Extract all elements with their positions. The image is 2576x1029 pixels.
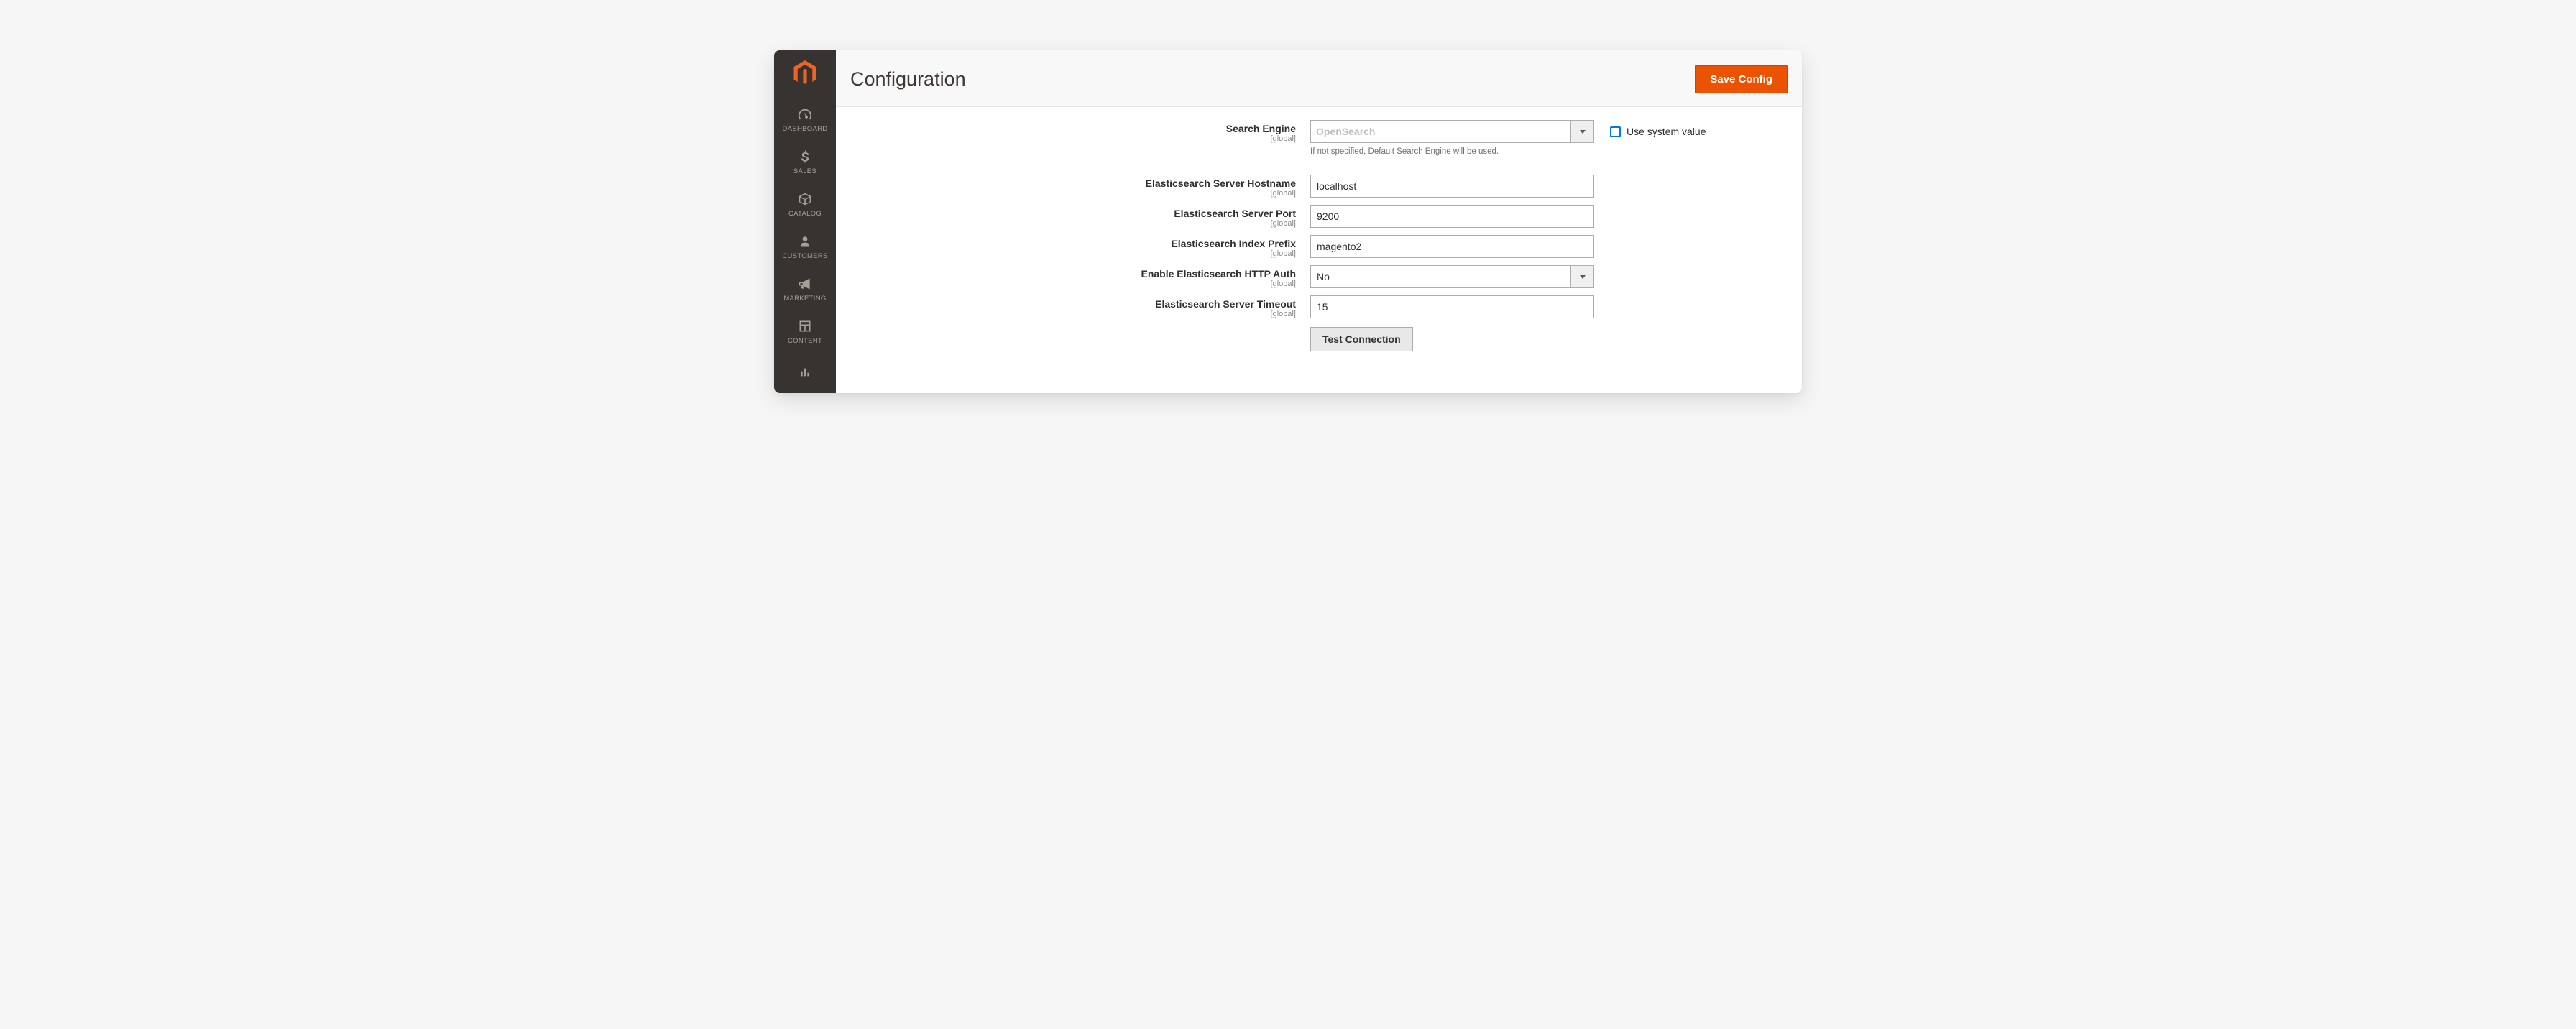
timeout-input[interactable] [1310, 295, 1594, 318]
field-label: Elasticsearch Index Prefix [850, 238, 1296, 249]
admin-sidebar: DASHBOARD SALES CATALOG CUSTOMERS MARKET [774, 50, 836, 393]
field-prefix: Elasticsearch Index Prefix [global] [850, 235, 1788, 258]
select-value: No [1311, 271, 1335, 282]
field-label: Enable Elasticsearch HTTP Auth [850, 268, 1296, 280]
sidebar-item-label: SALES [794, 167, 816, 175]
use-system-value-label: Use system value [1627, 126, 1706, 137]
config-form: Search Engine [global] OpenSearch Use sy… [836, 107, 1802, 393]
scope-label: [global] [850, 189, 1296, 198]
sidebar-item-label: CATALOG [788, 210, 822, 218]
chevron-down-icon [1570, 266, 1593, 287]
prefix-input[interactable] [1310, 235, 1594, 258]
scope-label: [global] [850, 219, 1296, 228]
field-timeout: Elasticsearch Server Timeout [global] [850, 295, 1788, 318]
scope-label: [global] [850, 249, 1296, 258]
sidebar-item-dashboard[interactable]: DASHBOARD [774, 99, 836, 142]
field-test-connection: Test Connection [850, 327, 1788, 351]
content-area: Configuration Save Config Search Engine … [836, 50, 1802, 393]
field-label: Elasticsearch Server Port [850, 208, 1296, 219]
save-config-button[interactable]: Save Config [1695, 65, 1788, 93]
field-helper: If not specified, Default Search Engine … [1310, 147, 1706, 156]
sidebar-item-label: CONTENT [788, 337, 822, 345]
test-connection-button[interactable]: Test Connection [1310, 327, 1413, 351]
field-search-engine: Search Engine [global] OpenSearch Use sy… [850, 120, 1788, 156]
sidebar-item-label: CUSTOMERS [782, 252, 827, 260]
sidebar-item-sales[interactable]: SALES [774, 142, 836, 184]
select-value: OpenSearch [1311, 121, 1394, 142]
scope-label: [global] [850, 134, 1296, 143]
chevron-down-icon [1570, 121, 1593, 142]
field-label: Elasticsearch Server Hostname [850, 177, 1296, 189]
field-label: Elasticsearch Server Timeout [850, 298, 1296, 310]
page-title: Configuration [850, 68, 966, 91]
search-engine-select[interactable]: OpenSearch [1310, 120, 1594, 143]
scope-label: [global] [850, 310, 1296, 318]
dollar-icon [796, 148, 814, 165]
gauge-icon [796, 106, 814, 123]
admin-window: DASHBOARD SALES CATALOG CUSTOMERS MARKET [774, 50, 1802, 393]
sidebar-item-marketing[interactable]: MARKETING [774, 269, 836, 311]
field-httpauth: Enable Elasticsearch HTTP Auth [global] … [850, 265, 1788, 288]
field-port: Elasticsearch Server Port [global] [850, 205, 1788, 228]
use-system-value[interactable]: Use system value [1610, 126, 1706, 137]
chart-bars-icon [796, 364, 814, 381]
magento-logo-icon [774, 50, 836, 99]
port-input[interactable] [1310, 205, 1594, 228]
hostname-input[interactable] [1310, 175, 1594, 198]
sidebar-item-catalog[interactable]: CATALOG [774, 184, 836, 226]
sidebar-item-content[interactable]: CONTENT [774, 311, 836, 354]
httpauth-select[interactable]: No [1310, 265, 1594, 288]
sidebar-item-customers[interactable]: CUSTOMERS [774, 226, 836, 269]
box-icon [796, 190, 814, 208]
sidebar-item-reports[interactable] [774, 354, 836, 389]
page-header: Configuration Save Config [836, 50, 1802, 107]
field-hostname: Elasticsearch Server Hostname [global] [850, 175, 1788, 198]
megaphone-icon [796, 275, 814, 292]
person-icon [796, 233, 814, 250]
use-system-value-checkbox[interactable] [1610, 126, 1621, 137]
sidebar-item-label: DASHBOARD [783, 125, 828, 133]
layout-icon [796, 318, 814, 335]
field-label: Search Engine [850, 123, 1296, 134]
sidebar-item-label: MARKETING [783, 295, 826, 303]
scope-label: [global] [850, 280, 1296, 288]
